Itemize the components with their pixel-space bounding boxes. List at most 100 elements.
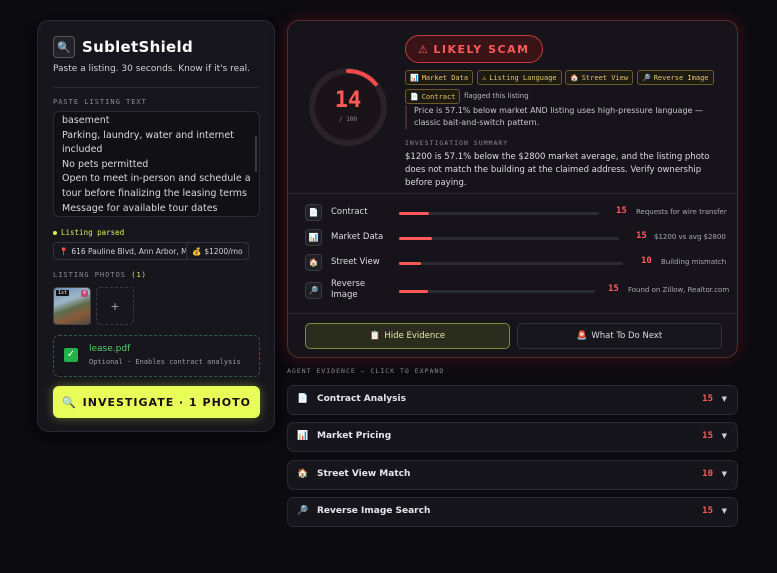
evidence-score: 15 [702,431,713,441]
score-bar [399,212,599,215]
house-icon: 🏠 [570,73,579,82]
score-row-reverse-image: 🔎 Reverse Image 15 Found on Zillow, Real… [305,277,729,305]
score-value: 15 [616,206,627,216]
agent-chip-label: Listing Language [489,73,557,82]
evidence-item-contract-analysis[interactable]: 📄 Contract Analysis 15 ▼ [287,385,738,415]
warning-icon: ⚠ [482,73,487,82]
status-dot-icon [53,230,57,235]
evidence-title: Contract Analysis [317,394,406,404]
investigate-label: INVESTIGATE · 1 PHOTO [82,395,252,409]
evidence-item-street-view-match[interactable]: 🏠 Street View Match 10 ▼ [287,460,738,490]
chart-icon: 📊 [410,73,419,82]
parsed-status: Listing parsed [53,228,124,237]
app-title: SubletShield [82,38,193,56]
evidence-score: 10 [702,469,713,479]
score-value: 10 [641,256,652,266]
hide-evidence-label: Hide Evidence [384,331,446,341]
risk-score: 14 [334,88,362,113]
magnifier-icon: 🔎 [297,506,309,516]
agent-chip-contract: 📄 Contract [405,89,461,104]
investigation-summary: $1200 is 57.1% below the $2800 market av… [405,152,710,188]
remove-photo-icon[interactable]: × [81,290,88,297]
magnifier-icon: 🔎 [642,73,651,82]
verdict-label: LIKELY SCAM [433,42,530,56]
listing-line: included [62,144,103,156]
verdict-quote: Price is 57.1% below market AND listing … [405,105,723,129]
what-to-do-next-label: What To Do Next [591,331,663,341]
score-note: Building mismatch [661,258,727,266]
money-bag-icon: 💰 [192,246,202,256]
agent-chip-label: Reverse Image [653,73,709,82]
score-bar [399,237,619,240]
agent-chip-listing-language: ⚠ Listing Language [477,70,562,85]
photos-label: LISTING PHOTOS (1) [53,271,147,279]
pdf-filename: lease.pdf [89,344,131,354]
add-photo-button[interactable]: + [96,287,134,325]
evidence-label: AGENT EVIDENCE — CLICK TO EXPAND [287,367,445,375]
evidence-score: 15 [702,506,713,516]
evidence-title: Market Pricing [317,431,392,441]
score-bar-fill [399,290,429,293]
summary-label: INVESTIGATION SUMMARY [405,139,509,147]
chevron-down-icon[interactable]: ▼ [722,507,727,515]
score-row-label: Reverse Image [331,279,366,300]
siren-icon: 🚨 [576,331,588,341]
divider [288,193,737,194]
warning-icon: ⚠ [418,42,430,56]
risk-score-max: / 100 [338,116,358,123]
chevron-down-icon[interactable]: ▼ [722,470,727,478]
input-panel: 🔍 SubletShield Paste a listing. 30 secon… [37,20,275,432]
score-row-label: Street View [331,257,380,267]
price-text: $1200/mo [204,246,243,256]
clipboard-icon: 📋 [369,331,381,341]
score-value: 15 [608,284,619,294]
document-icon: 📄 [297,394,309,404]
checkmark-icon: ✓ [64,348,78,362]
score-row-contract: 📄 Contract 15 Requests for wire transfer [305,202,727,224]
parsed-label: Listing parsed [61,228,125,237]
address-chip: 📍 616 Pauline Blvd, Ann Arbor, MI [53,242,196,260]
price-chip: 💰 $1200/mo [186,242,249,260]
house-icon: 🏠 [305,254,322,271]
investigate-button[interactable]: 🔍 INVESTIGATE · 1 PHOTO [53,386,260,418]
divider [53,87,259,88]
listing-line: Open to meet in-person and schedule a [62,173,251,185]
listing-line: tour before finalizing the leasing terms [62,187,247,199]
chart-icon: 📊 [297,431,309,441]
listing-textarea[interactable]: basement Parking, laundry, water and int… [53,111,260,217]
evidence-item-market-pricing[interactable]: 📊 Market Pricing 15 ▼ [287,422,738,452]
score-note: Requests for wire transfer [636,208,727,216]
score-bar-fill [399,212,429,215]
what-to-do-next-button[interactable]: 🚨 What To Do Next [517,323,722,349]
listing-line: Message for available tour dates [62,202,218,214]
score-note: $1200 vs avg $2800 [654,233,726,241]
agent-chip-street-view: 🏠 Street View [565,70,634,85]
chevron-down-icon[interactable]: ▼ [722,395,727,403]
listing-line: Parking, laundry, water and internet [62,129,234,141]
agent-chip-label: Contract [421,92,456,101]
photos-label-text: LISTING PHOTOS [53,271,127,279]
score-row-label: Contract [331,207,368,217]
agent-chip-label: Market Data [421,73,469,82]
listing-line: No pets permitted [62,158,149,170]
evidence-title: Reverse Image Search [317,506,431,516]
score-note: Found on Zillow, Realtor.com [628,286,730,294]
score-bar-fill [399,237,432,240]
evidence-score: 15 [702,394,713,404]
agent-chip-reverse-image: 🔎 Reverse Image [637,70,714,85]
brand: 🔍 SubletShield [53,36,193,58]
flagged-text: flagged this listing [464,92,529,100]
hide-evidence-button[interactable]: 📋 Hide Evidence [305,323,510,349]
magnifier-icon: 🔍 [53,36,75,58]
chevron-down-icon[interactable]: ▼ [722,432,727,440]
pdf-dropzone[interactable]: ✓ lease.pdf Optional · Enables contract … [53,335,260,377]
agent-chip-market-data: 📊 Market Data [405,70,474,85]
document-icon: 📄 [305,204,322,221]
photo-thumbnail[interactable]: 1st × [53,287,91,325]
evidence-item-reverse-image-search[interactable]: 🔎 Reverse Image Search 15 ▼ [287,497,738,527]
search-icon: 🔍 [61,395,77,409]
listing-text-label: PASTE LISTING TEXT [53,98,147,106]
verdict-panel: 14 / 100 ⚠ LIKELY SCAM 📊 Market Data ⚠ L… [287,20,738,358]
textarea-scrollbar[interactable] [255,136,257,172]
risk-score-gauge: 14 / 100 [305,64,391,150]
